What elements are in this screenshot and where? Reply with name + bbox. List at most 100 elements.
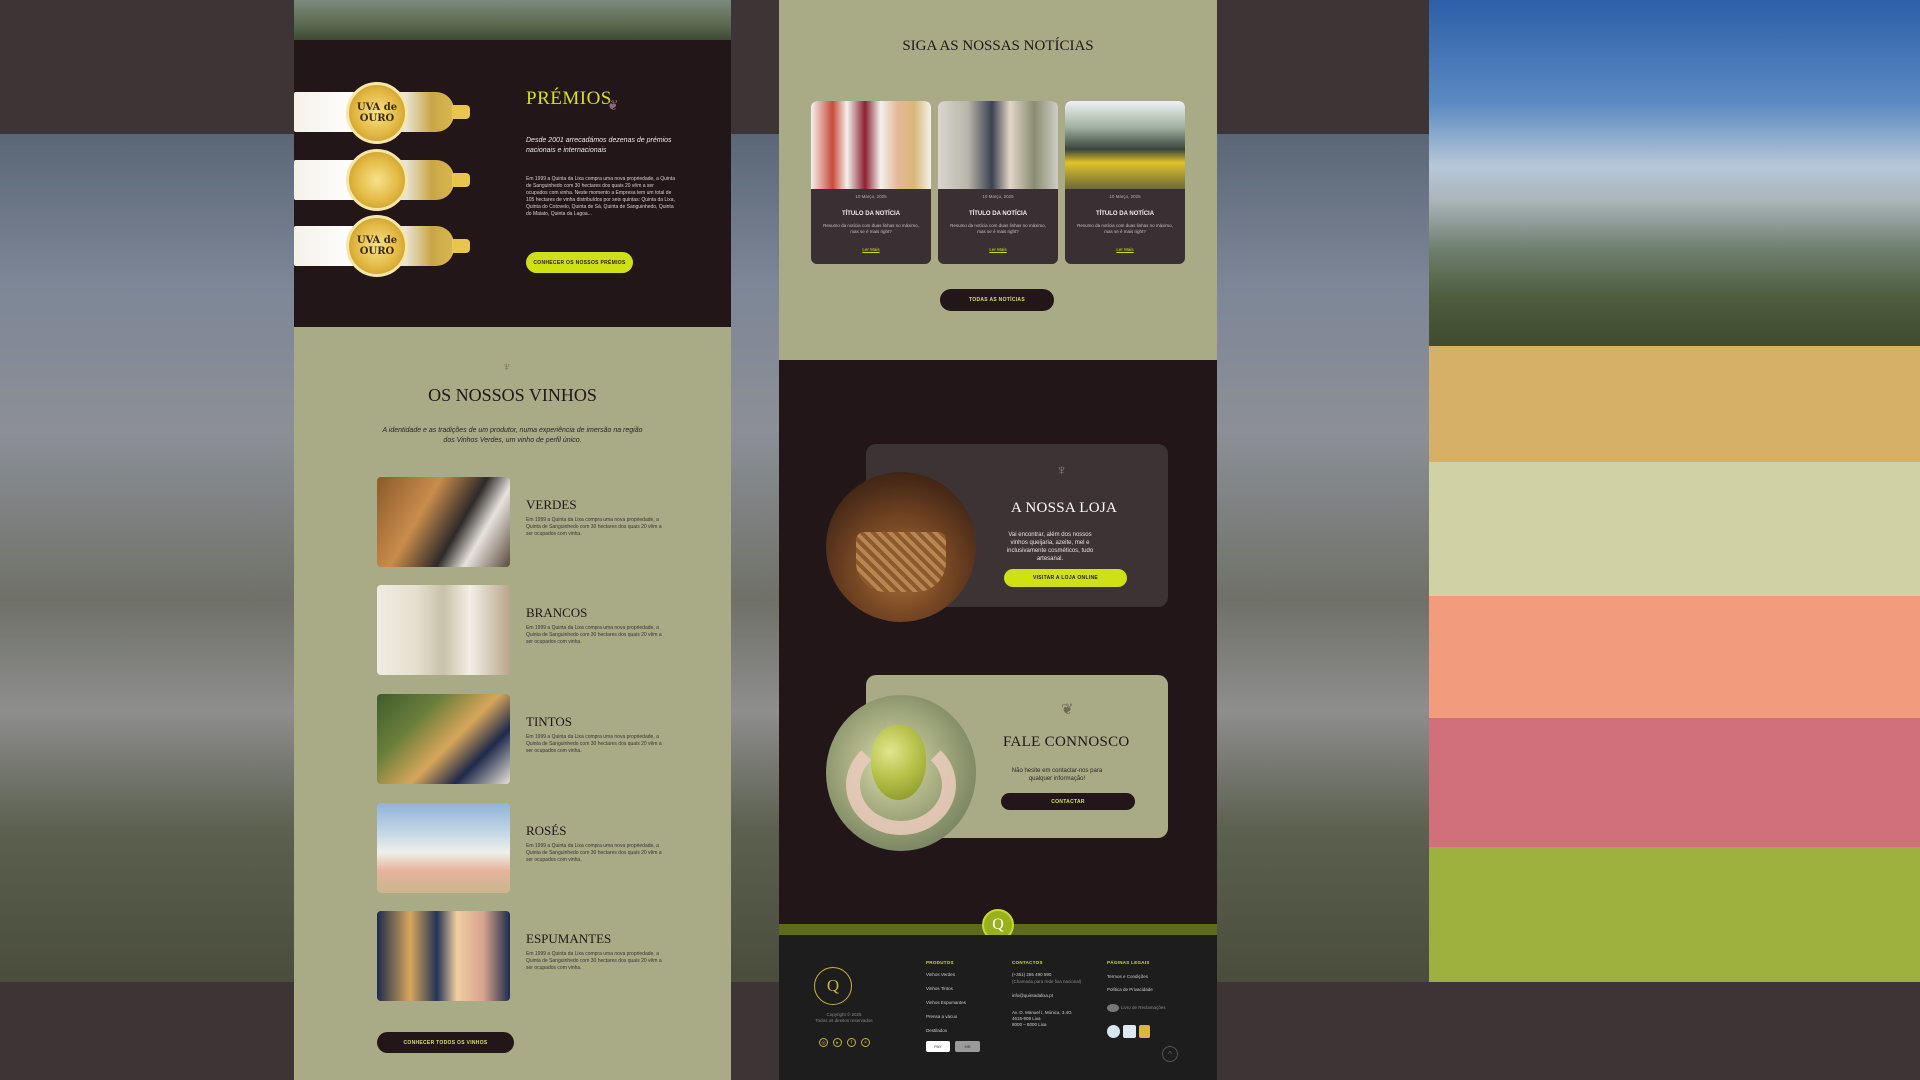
awards-title: PRÉMIOS <box>526 88 612 109</box>
footer-link[interactable]: Política de Privacidade <box>1107 987 1153 992</box>
grapes-hands-photo <box>826 695 976 851</box>
mockup-column-news-shop-footer: SIGA AS NOSSAS NOTÍCIAS 10 Março, 2025 T… <box>779 0 1217 1080</box>
all-wines-button[interactable]: CONHECER TODOS OS VINHOS <box>377 1032 514 1053</box>
color-swatch <box>1429 596 1920 718</box>
news-card[interactable]: 10 Março, 2025 TÍTULO DA NOTÍCIA Resumo … <box>1065 101 1185 264</box>
footer-legal-heading: PÁGINAS LEGAIS <box>1107 960 1150 965</box>
wine-category-name: ROSÉS <box>526 823 567 838</box>
awards-button[interactable]: CONHECER OS NOSSOS PRÉMIOS <box>526 252 633 273</box>
news-card[interactable]: 10 Março, 2025 TÍTULO DA NOTÍCIA Resumo … <box>811 101 931 264</box>
wine-glass-icon: ♆ <box>502 359 512 374</box>
news-card-title: TÍTULO DA NOTÍCIA <box>1095 211 1155 217</box>
news-summary: Resumo da notícia com duas linhas no máx… <box>1077 223 1173 234</box>
shop-text: Vai encontrar, além dos nossos vinhos qu… <box>1006 532 1094 562</box>
brand-logo: Q <box>814 967 852 1005</box>
read-more-link[interactable]: Ler Mais <box>1065 247 1185 252</box>
certification-icon <box>1139 1025 1150 1038</box>
wine-category-name: BRANCOS <box>526 605 588 620</box>
news-card-title: TÍTULO DA NOTÍCIA <box>841 211 901 217</box>
wine-photo <box>377 803 510 893</box>
multibanco-badge: MB <box>955 1041 980 1052</box>
footer-link[interactable]: Vinhos Espumantes <box>926 1000 966 1005</box>
wine-category-verdes[interactable]: VERDES Em 1999 a Quinta da Lixa compra u… <box>377 477 677 567</box>
wine-glass-icon: ♆ <box>1056 462 1068 479</box>
read-more-link[interactable]: Ler Mais <box>811 247 931 252</box>
visit-shop-button[interactable]: VISITAR A LOJA ONLINE <box>1004 569 1127 587</box>
wines-section: ♆ OS NOSSOS VINHOS A identidade e as tra… <box>294 327 731 1080</box>
wine-photo <box>377 477 510 567</box>
medal-icon: UVA de OURO <box>346 82 408 144</box>
wine-category-brancos[interactable]: BRANCOS Em 1999 a Quinta da Lixa compra … <box>377 585 677 675</box>
footer-link[interactable]: Vinhos Tintos <box>926 986 953 991</box>
grape-branch-icon: ❦ <box>1061 701 1074 718</box>
news-date: 10 Março, 2025 <box>855 194 887 199</box>
color-swatch <box>1429 718 1920 847</box>
news-date: 10 Março, 2025 <box>982 194 1014 199</box>
news-card-title: TÍTULO DA NOTÍCIA <box>968 211 1028 217</box>
x-icon[interactable]: × <box>861 1038 870 1047</box>
youtube-icon[interactable]: ▸ <box>833 1038 842 1047</box>
shop-basket-photo <box>826 472 976 622</box>
site-footer: Q Copyright © 2025 Todos os direitos res… <box>779 935 1217 1080</box>
color-swatch <box>1429 462 1920 596</box>
all-news-button[interactable]: TODAS AS NOTÍCIAS <box>940 289 1054 311</box>
footer-products-heading: PRODUTOS <box>926 960 954 965</box>
footer-address: Av. D. Manuel I, Mónica, 3.4G <box>1012 1010 1072 1015</box>
footer-link[interactable]: Destilados <box>926 1028 947 1033</box>
wine-photo <box>377 585 510 675</box>
certification-icon <box>1123 1025 1136 1038</box>
certification-icon <box>1107 1025 1120 1038</box>
contact-button[interactable]: CONTACTAR <box>1001 793 1135 810</box>
news-summary: Resumo da notícia com duas linhas no máx… <box>950 223 1046 234</box>
footer-phone[interactable]: (+351) 255 490 590 <box>1012 972 1051 977</box>
wine-category-desc: Em 1999 a Quinta da Lixa compra uma nova… <box>526 734 662 754</box>
wine-category-desc: Em 1999 a Quinta da Lixa compra uma nova… <box>526 951 662 971</box>
copyright-text: Copyright © 2025 Todos os direitos reser… <box>815 1012 873 1023</box>
facebook-icon[interactable]: f <box>847 1038 856 1047</box>
footer-link[interactable]: Prensa a vácuo <box>926 1014 957 1019</box>
read-more-link[interactable]: Ler Mais <box>938 247 1058 252</box>
footer-contacts-heading: CONTACTOS <box>1012 960 1043 965</box>
footer-email[interactable]: info@quintadalixa.pt <box>1012 993 1053 998</box>
wine-photo <box>377 911 510 1001</box>
wine-category-desc: Em 1999 a Quinta da Lixa compra uma nova… <box>526 625 662 645</box>
news-image <box>938 101 1058 189</box>
wine-category-name: ESPUMANTES <box>526 931 612 946</box>
back-to-top-icon[interactable]: ^ <box>1162 1046 1178 1062</box>
footer-address: 4615-908 Lixa <box>1012 1016 1041 1021</box>
news-card[interactable]: 10 Março, 2025 TÍTULO DA NOTÍCIA Resumo … <box>938 101 1058 264</box>
color-swatch <box>1429 346 1920 462</box>
footer-address: 8000 – 8000 Lixa <box>1012 1022 1047 1027</box>
wine-category-espumantes[interactable]: ESPUMANTES Em 1999 a Quinta da Lixa comp… <box>377 911 677 1001</box>
medal-icon: UVA de OURO <box>346 215 408 277</box>
wine-category-roses[interactable]: ROSÉS Em 1999 a Quinta da Lixa compra um… <box>377 803 677 893</box>
awards-body: Em 1999 a Quinta da Lixa compra uma nova… <box>526 176 675 217</box>
wine-category-name: TINTOS <box>526 714 572 729</box>
footer-link[interactable]: Termos e Condições <box>1107 974 1148 979</box>
wine-category-tintos[interactable]: TINTOS Em 1999 a Quinta da Lixa compra u… <box>377 694 677 784</box>
contact-title: FALE CONNOSCO <box>1003 734 1130 750</box>
mockup-column-awards-wines: UVA de OURO UVA de OURO PRÉMIOS ❦ Desde … <box>294 0 731 1080</box>
awards-lead: Desde 2001 arrecadámos dezenas de prémio… <box>526 137 672 154</box>
wine-category-name: VERDES <box>526 497 577 512</box>
complaints-book-icon <box>1107 1004 1119 1012</box>
shop-title: A NOSSA LOJA <box>1011 500 1118 516</box>
grape-branch-icon: ❦ <box>607 97 619 113</box>
landscape-photo-strip <box>294 0 731 40</box>
news-date: 10 Março, 2025 <box>1109 194 1141 199</box>
wine-category-desc: Em 1999 a Quinta da Lixa compra uma nova… <box>526 517 662 537</box>
news-section: SIGA AS NOSSAS NOTÍCIAS 10 Março, 2025 T… <box>779 0 1217 360</box>
footer-link[interactable]: Vinhos Verdes <box>926 972 955 977</box>
footer-phone-note: (Chamada para rede fixa nacional) <box>1012 979 1082 984</box>
medal-label: UVA de OURO <box>356 102 398 124</box>
apple-pay-badge: PAY <box>926 1041 950 1052</box>
wines-lead: A identidade e as tradições de um produt… <box>382 427 643 444</box>
news-title: SIGA AS NOSSAS NOTÍCIAS <box>902 38 1094 54</box>
wine-category-desc: Em 1999 a Quinta da Lixa compra uma nova… <box>526 843 662 863</box>
medal-label: UVA de OURO <box>356 235 398 257</box>
wine-photo <box>377 694 510 784</box>
awards-section: UVA de OURO UVA de OURO PRÉMIOS ❦ Desde … <box>294 40 731 327</box>
news-image <box>811 101 931 189</box>
contact-text: Não hesite em contactar-nos para qualque… <box>1011 768 1103 782</box>
instagram-icon[interactable]: ◎ <box>819 1038 828 1047</box>
